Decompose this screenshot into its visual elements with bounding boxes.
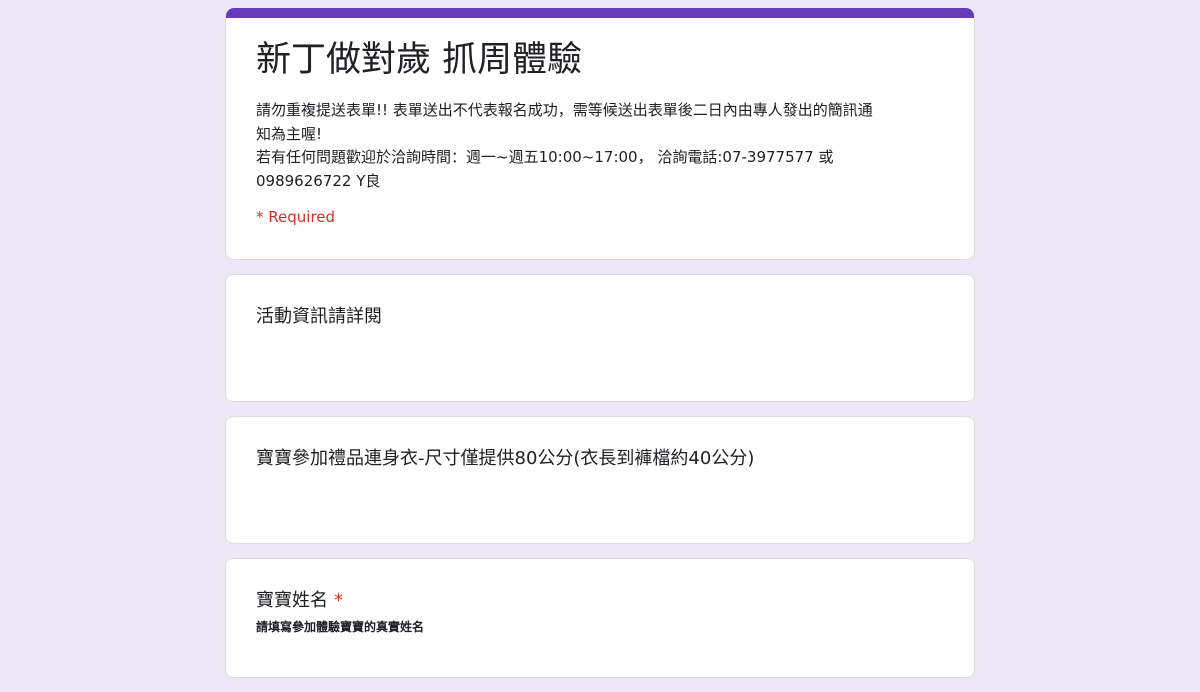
question-help-text: 請填寫參加體驗寶寶的真實姓名 [256, 620, 425, 634]
description-line: 知為主喔! [256, 124, 323, 143]
theme-accent-bar [226, 8, 974, 18]
question-title-text: 寶寶姓名 [256, 590, 328, 611]
section-title: 寶寶參加禮品連身衣-尺寸僅提供80公分(衣長到褲檔約40公分) [256, 448, 755, 469]
description-line: 0989626722 Y良 [256, 171, 381, 190]
question-card-baby-name: 寶寶姓名 * 請填寫參加體驗寶寶的真實姓名 [225, 558, 975, 678]
form-column: 新丁做對歲 抓周體驗 請勿重複提送表單!! 表單送出不代表報名成功，需等候送出表… [225, 8, 975, 692]
section-card-gift-size: 寶寶參加禮品連身衣-尺寸僅提供80公分(衣長到褲檔約40公分) [225, 416, 975, 544]
form-header-card: 新丁做對歲 抓周體驗 請勿重複提送表單!! 表單送出不代表報名成功，需等候送出表… [225, 8, 975, 260]
required-note: * Required [256, 208, 336, 226]
section-card-activity-info: 活動資訊請詳閱 [225, 274, 975, 402]
description-line: 請勿重複提送表單!! 表單送出不代表報名成功，需等候送出表單後二日內由專人發出的… [256, 101, 873, 119]
question-title: 寶寶姓名 * [256, 589, 343, 613]
section-title: 活動資訊請詳閱 [256, 306, 382, 327]
form-title: 新丁做對歲 抓周體驗 [256, 40, 583, 80]
form-description: 請勿重複提送表單!! 表單送出不代表報名成功，需等候送出表單後二日內由專人發出的… [256, 99, 946, 193]
required-asterisk: * [334, 590, 343, 611]
description-line: 若有任何問題歡迎於洽詢時間：週一~週五10:00~17:00， 洽詢電話:07-… [256, 148, 834, 166]
